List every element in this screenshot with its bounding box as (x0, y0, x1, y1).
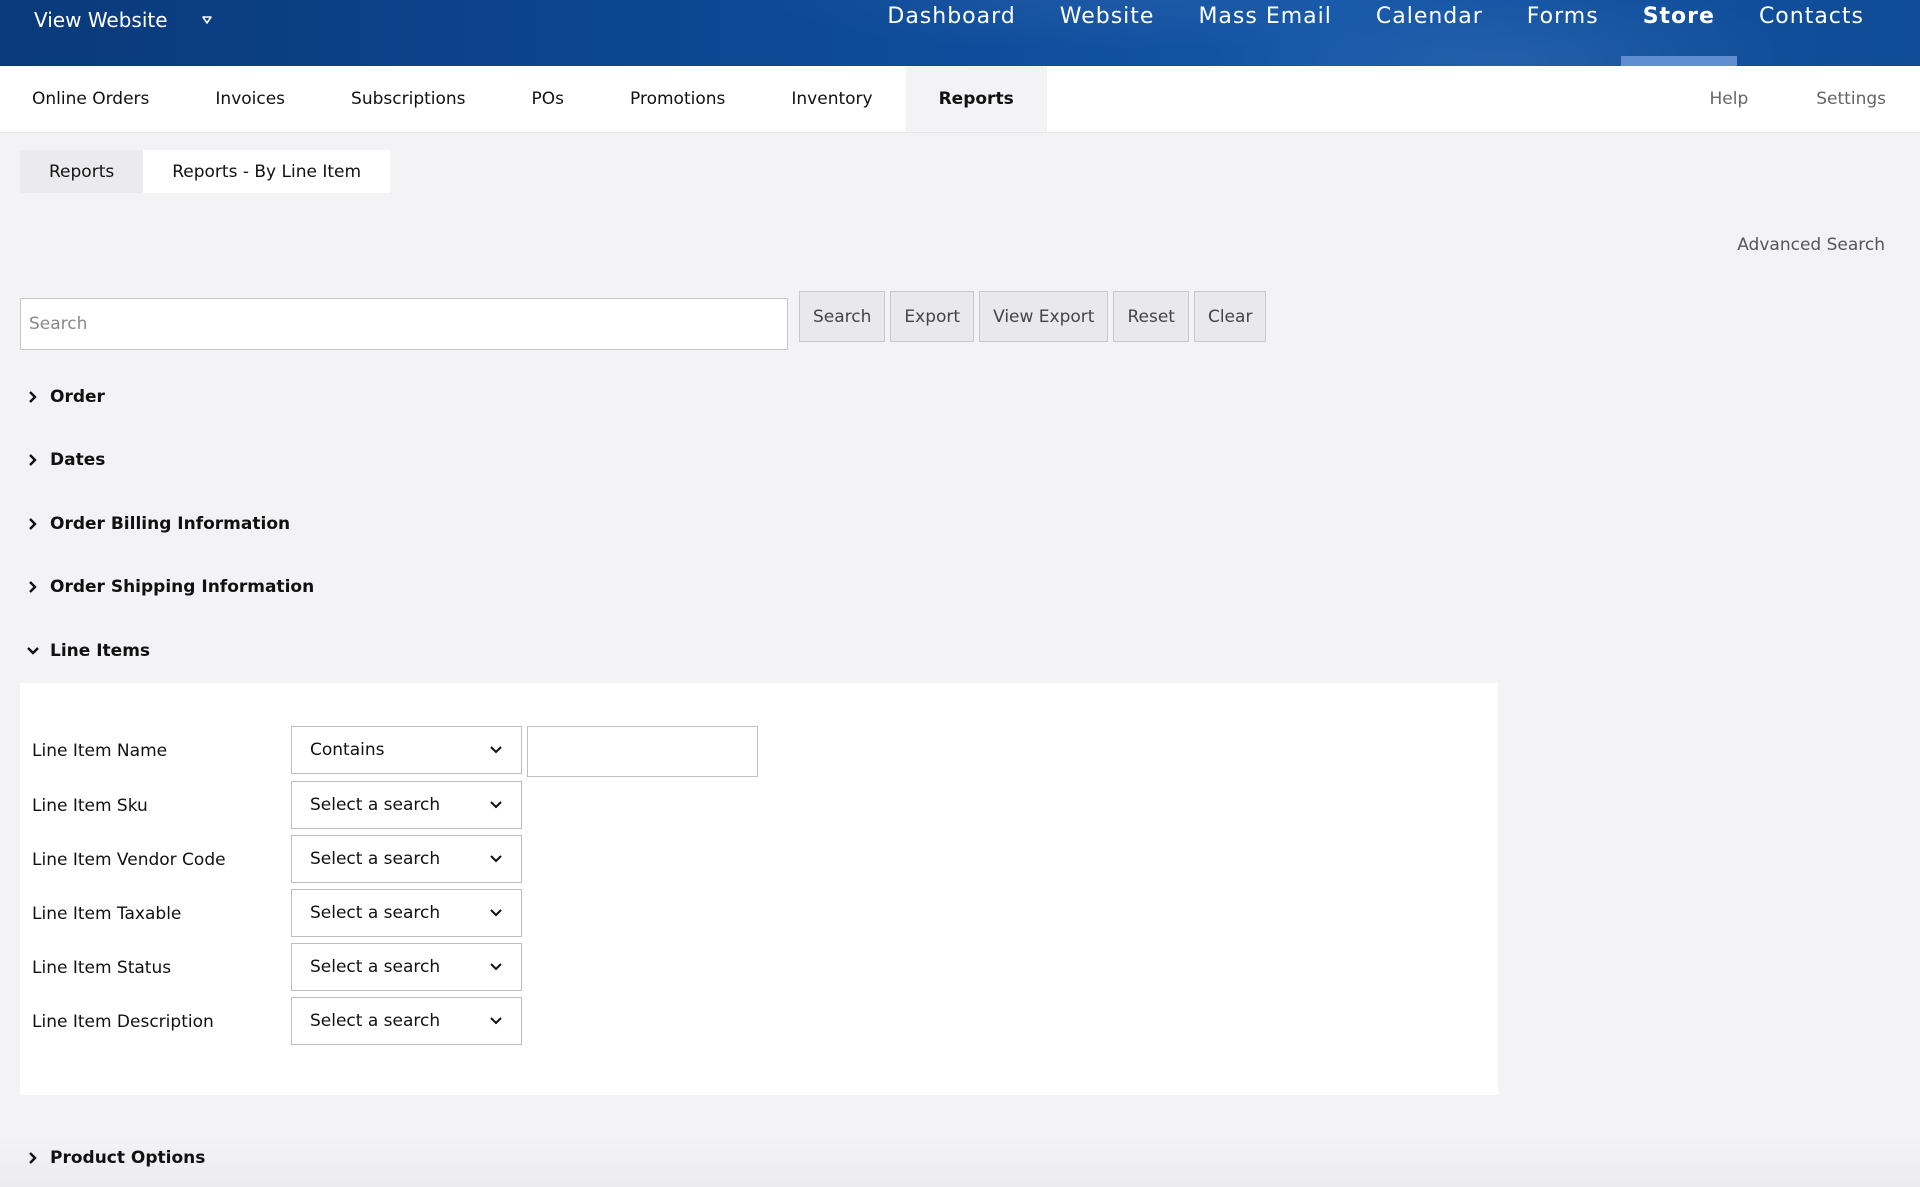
section-line-items-label: Line Items (50, 641, 151, 661)
report-tabs: Reports Reports - By Line Item (20, 150, 391, 193)
nav-store[interactable]: Store (1620, 0, 1738, 66)
subnav-invoices[interactable]: Invoices (182, 66, 318, 132)
chevron-right-icon (29, 518, 37, 530)
section-product-options[interactable]: Product Options (26, 1148, 205, 1168)
chevron-right-icon (29, 391, 37, 403)
line-item-taxable-select[interactable]: Select a search (291, 889, 522, 937)
field-label-line-item-taxable: Line Item Taxable (32, 904, 182, 924)
subnav-pos[interactable]: POs (499, 66, 598, 132)
section-order-label: Order (50, 387, 105, 407)
nav-forms[interactable]: Forms (1505, 0, 1621, 66)
bottom-shade (0, 1137, 1920, 1187)
help-link[interactable]: Help (1676, 66, 1783, 132)
top-nav-bar: View Website Dashboard Website Mass Emai… (0, 0, 1920, 66)
advanced-search-link[interactable]: Advanced Search (1737, 235, 1885, 255)
chevron-right-icon (29, 1152, 37, 1164)
nav-mass-email[interactable]: Mass Email (1176, 0, 1353, 66)
line-item-status-select[interactable]: Select a search (291, 943, 522, 991)
nav-website[interactable]: Website (1038, 0, 1177, 66)
section-order-billing[interactable]: Order Billing Information (26, 514, 290, 534)
chevron-down-icon (490, 1017, 502, 1025)
select-value: Select a search (310, 903, 441, 923)
export-button[interactable]: Export (890, 291, 975, 342)
section-billing-label: Order Billing Information (50, 514, 291, 534)
chevron-down-icon (27, 647, 39, 655)
select-value: Select a search (310, 957, 441, 977)
chevron-down-icon (490, 855, 502, 863)
main-nav: Dashboard Website Mass Email Calendar Fo… (865, 0, 1886, 66)
subnav-spacer (1047, 66, 1676, 132)
section-order-shipping[interactable]: Order Shipping Information (26, 577, 314, 597)
line-item-sku-select[interactable]: Select a search (291, 781, 522, 829)
field-label-line-item-name: Line Item Name (32, 741, 168, 761)
search-actions: Search Export View Export Reset Clear (799, 291, 1267, 342)
chevron-down-icon (490, 746, 502, 754)
select-value: Contains (310, 740, 385, 760)
line-item-description-select[interactable]: Select a search (291, 997, 522, 1045)
section-product-options-label: Product Options (50, 1148, 206, 1168)
search-input[interactable] (20, 298, 788, 350)
field-label-line-item-description: Line Item Description (32, 1012, 214, 1032)
line-item-name-input[interactable] (527, 726, 758, 777)
triangle-down-icon (201, 16, 212, 24)
subnav-inventory[interactable]: Inventory (758, 66, 905, 132)
tab-reports-by-line-item[interactable]: Reports - By Line Item (143, 150, 391, 193)
line-items-panel (20, 683, 1498, 1095)
chevron-right-icon (29, 581, 37, 593)
search-button[interactable]: Search (799, 291, 886, 342)
field-label-line-item-sku: Line Item Sku (32, 796, 148, 816)
nav-dashboard[interactable]: Dashboard (865, 0, 1037, 66)
section-dates[interactable]: Dates (26, 450, 105, 470)
select-value: Select a search (310, 1011, 441, 1031)
section-order[interactable]: Order (26, 387, 105, 407)
nav-calendar[interactable]: Calendar (1354, 0, 1505, 66)
view-website-label: View Website (34, 8, 168, 32)
section-shipping-label: Order Shipping Information (50, 577, 315, 597)
line-item-name-select[interactable]: Contains (291, 726, 522, 774)
section-dates-label: Dates (50, 450, 106, 470)
chevron-down-icon (490, 801, 502, 809)
subnav-subscriptions[interactable]: Subscriptions (318, 66, 498, 132)
select-value: Select a search (310, 849, 441, 869)
section-line-items[interactable]: Line Items (26, 641, 150, 661)
settings-link[interactable]: Settings (1782, 66, 1920, 132)
chevron-down-icon (490, 963, 502, 971)
field-label-line-item-status: Line Item Status (32, 958, 172, 978)
nav-contacts[interactable]: Contacts (1737, 0, 1886, 66)
field-label-line-item-vendor-code: Line Item Vendor Code (32, 850, 226, 870)
line-item-vendor-code-select[interactable]: Select a search (291, 835, 522, 883)
view-export-button[interactable]: View Export (979, 291, 1109, 342)
subnav-promotions[interactable]: Promotions (597, 66, 758, 132)
tab-reports[interactable]: Reports (20, 150, 144, 193)
store-sub-nav: Online Orders Invoices Subscriptions POs… (0, 66, 1920, 132)
reset-button[interactable]: Reset (1113, 291, 1189, 342)
chevron-down-icon (490, 909, 502, 917)
chevron-right-icon (29, 454, 37, 466)
subnav-reports[interactable]: Reports (905, 66, 1047, 132)
clear-button[interactable]: Clear (1193, 291, 1267, 342)
select-value: Select a search (310, 795, 441, 815)
subnav-online-orders[interactable]: Online Orders (0, 66, 182, 132)
view-website-dropdown[interactable]: View Website (34, 6, 214, 34)
